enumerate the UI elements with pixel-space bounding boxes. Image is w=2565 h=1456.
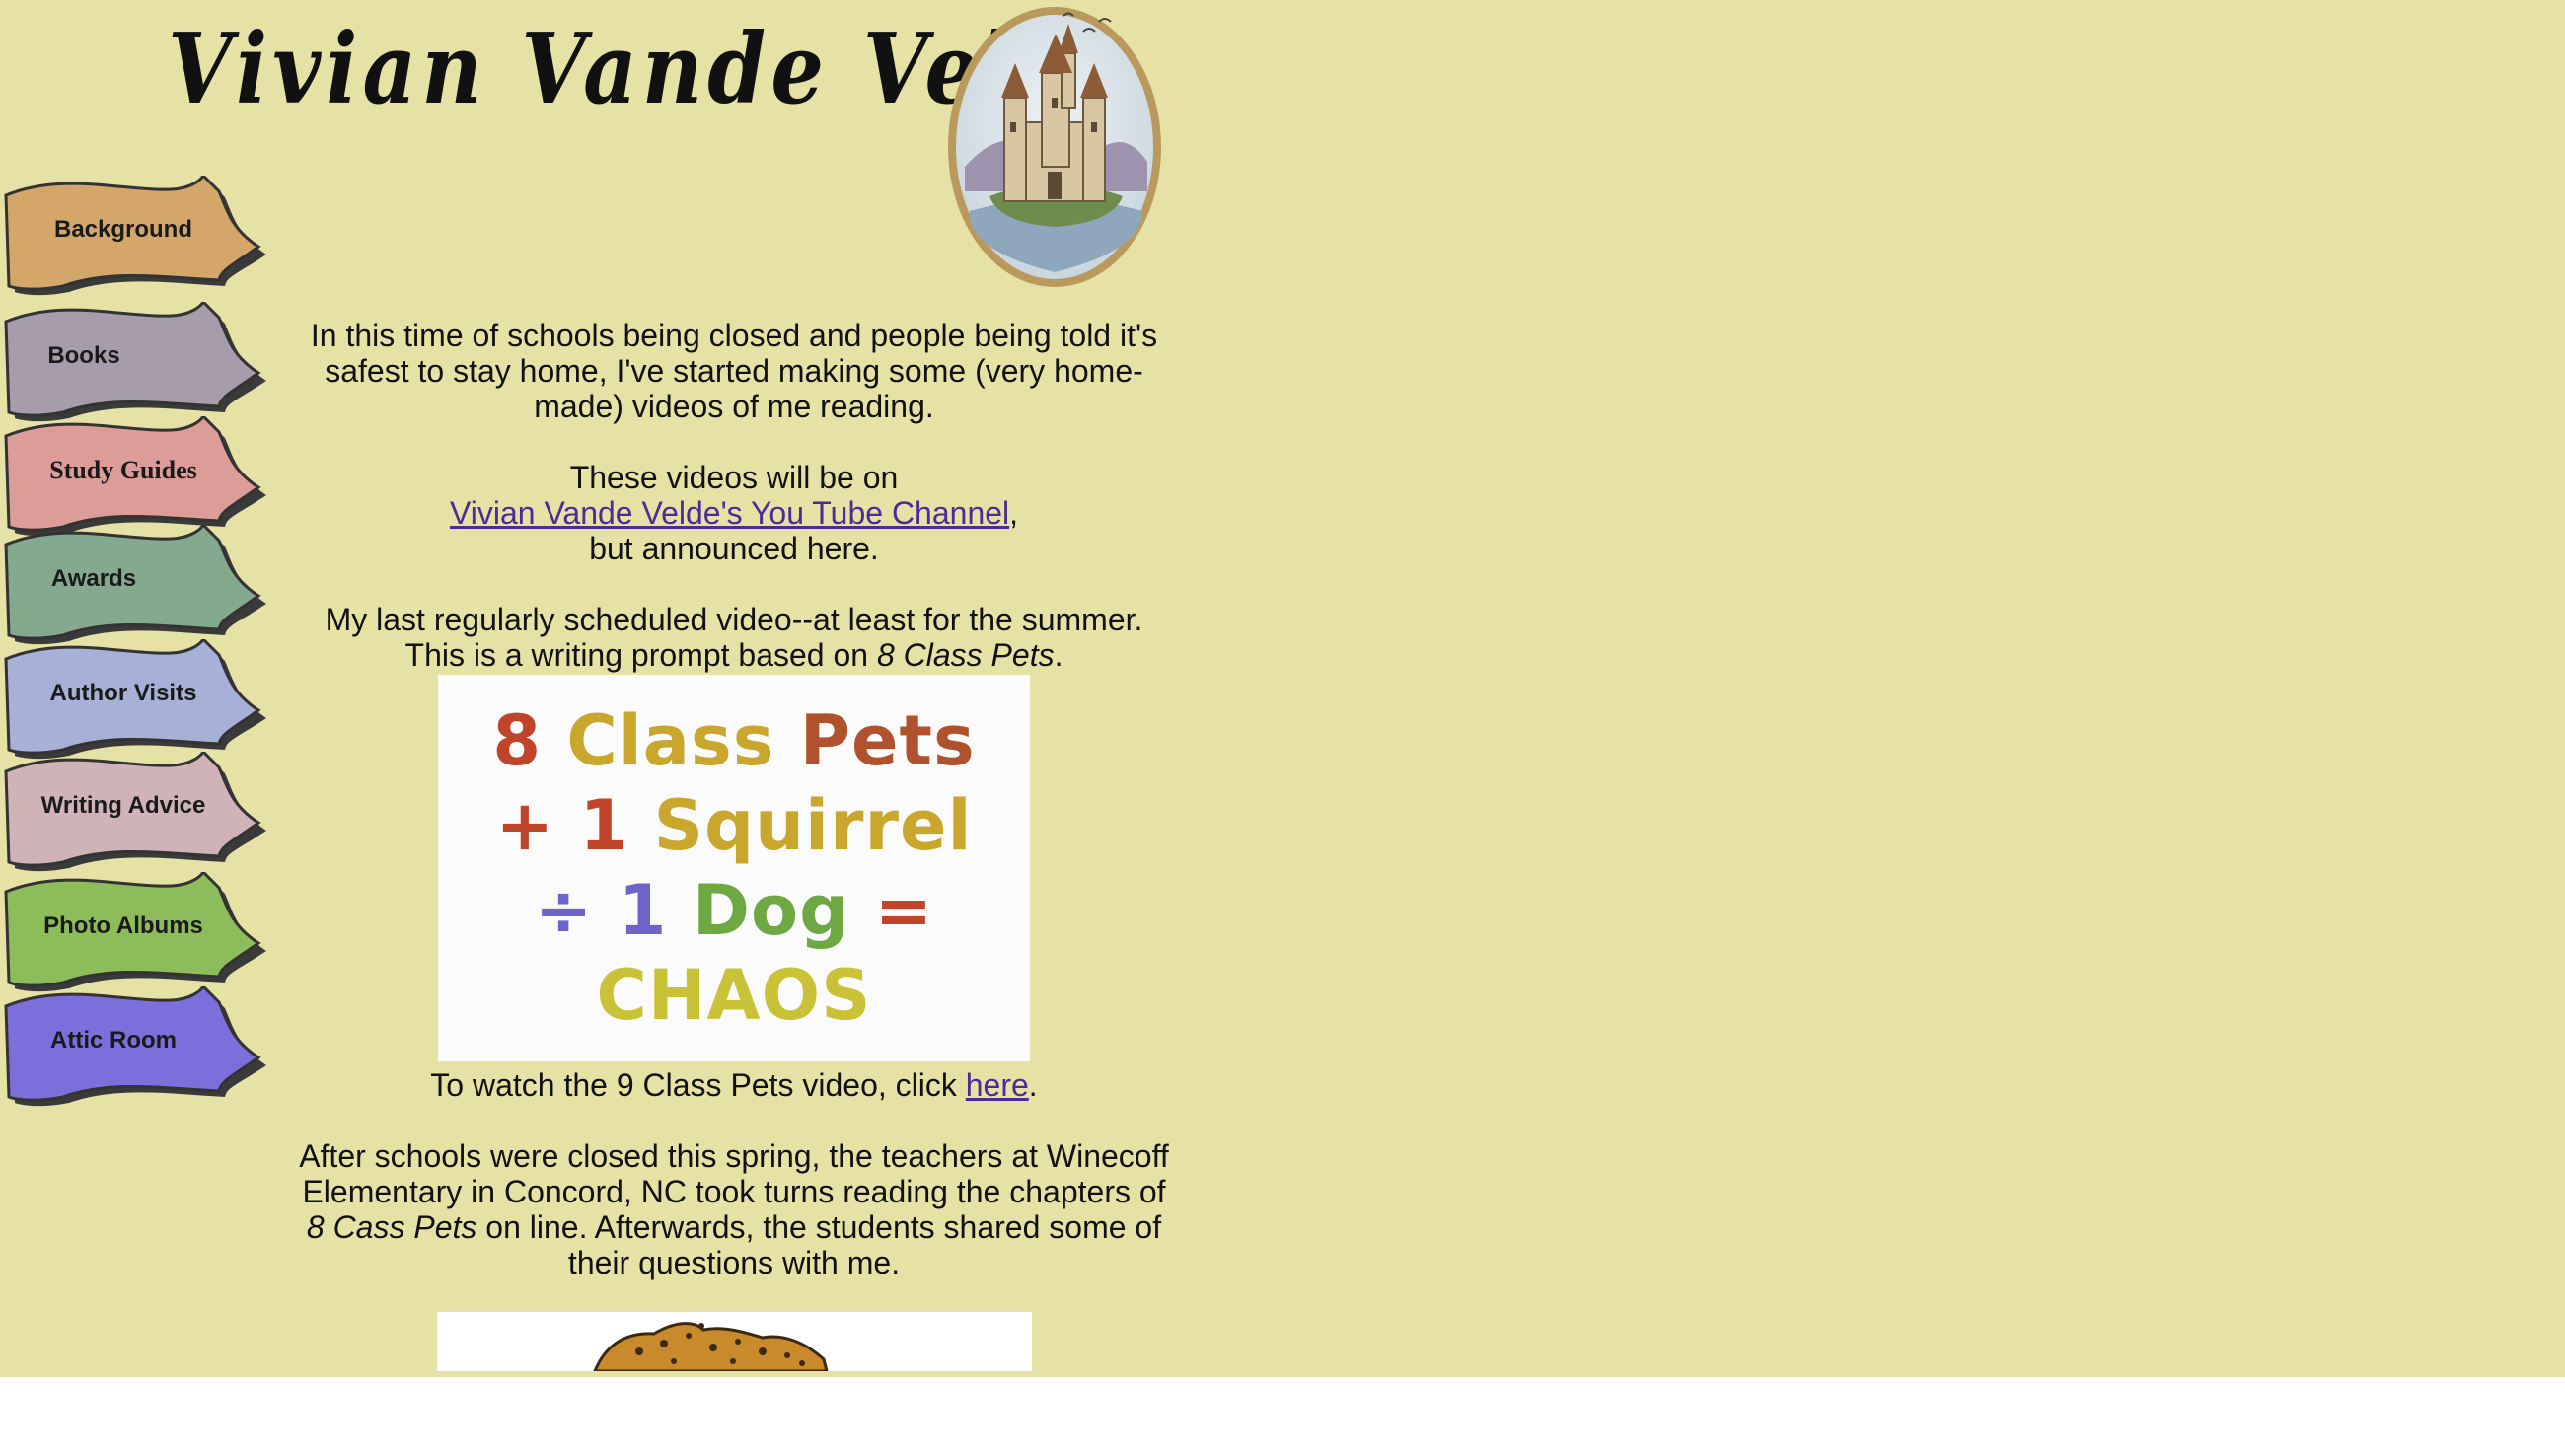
writing-prompt-line: This is a writing prompt based on 8 Clas…: [291, 637, 1177, 673]
promo-text: Dog: [692, 870, 875, 951]
intro-paragraph: In this time of schools being closed and…: [310, 318, 1158, 424]
promo-text: + 1: [495, 785, 654, 866]
nav-label-books: Books: [47, 342, 120, 369]
book-title-8-cass-pets: 8 Cass Pets: [306, 1209, 477, 1245]
channel-line: Vivian Vande Velde's You Tube Channel,: [291, 495, 1177, 531]
book-title-8-class-pets: 8 Class Pets: [876, 637, 1055, 673]
castle-on-island-oval-icon: [948, 7, 1161, 287]
cheetah-illustration-icon: [592, 1322, 829, 1371]
main-content: In this time of schools being closed and…: [291, 318, 1177, 1371]
nav-label-background: Background: [53, 216, 192, 243]
promo-line-3: ÷ 1 Dog =: [535, 868, 933, 953]
winecoff-text-part1: After schools were closed this spring, t…: [299, 1138, 1169, 1209]
promo-text: Squirrel: [653, 785, 973, 866]
8-class-pets-promo-image: 8 Class Pets + 1 Squirrel ÷ 1 Dog = CHAO…: [438, 675, 1030, 1061]
nav-label-attic-room: Attic Room: [50, 1027, 177, 1054]
nav-label-photo-albums: Photo Albums: [43, 912, 203, 939]
watch-video-here-link[interactable]: here: [966, 1067, 1029, 1103]
announced-text: but announced here.: [589, 531, 879, 566]
winecoff-text-part2: on line. Afterwards, the students shared…: [476, 1209, 1162, 1280]
nav-flag-books[interactable]: Books: [0, 302, 271, 426]
nav-label-writing-advice: Writing Advice: [40, 792, 206, 819]
promo-text: Class: [566, 700, 800, 781]
watch-video-line: To watch the 9 Class Pets video, click h…: [291, 1067, 1177, 1103]
watch-before-text: To watch the 9 Class Pets video, click: [430, 1067, 966, 1103]
promo-line-2: + 1 Squirrel: [496, 783, 973, 868]
cheetah-illustration-image: [436, 1312, 1032, 1371]
nav-flag-author-visits[interactable]: Author Visits: [0, 639, 271, 764]
nav-flag-photo-albums[interactable]: Photo Albums: [0, 872, 271, 996]
nav-flag-writing-advice[interactable]: Writing Advice: [0, 752, 271, 876]
watch-after-text: .: [1028, 1067, 1038, 1103]
nav-flag-attic-room[interactable]: Attic Room: [0, 986, 271, 1111]
prompt-before-text: This is a writing prompt based on: [404, 637, 877, 673]
youtube-channel-link[interactable]: Vivian Vande Velde's You Tube Channel: [450, 495, 1009, 531]
last-video-text: My last regularly scheduled video--at le…: [325, 602, 1143, 637]
nav-flag-background[interactable]: Background: [0, 176, 271, 300]
promo-text: ÷ 1: [534, 870, 693, 951]
prompt-after-text: .: [1054, 637, 1063, 673]
promo-line-1: 8 Class Pets: [492, 698, 975, 783]
promo-text: 8: [492, 700, 567, 781]
channel-comma: ,: [1009, 495, 1019, 531]
winecoff-paragraph: After schools were closed this spring, t…: [291, 1138, 1177, 1280]
nav-label-awards: Awards: [50, 565, 137, 592]
promo-text: =: [874, 870, 934, 951]
nav-flag-study-guides[interactable]: Study Guides: [0, 416, 271, 541]
promo-text: Pets: [799, 700, 976, 781]
nav-label-author-visits: Author Visits: [49, 680, 197, 706]
site-title: Vivian Vande Velde: [168, 13, 1141, 126]
nav-label-study-guides: Study Guides: [49, 456, 197, 484]
page-background: Vivian Vande Velde Background Books Stud…: [0, 0, 2565, 1377]
videos-on-text: These videos will be on: [569, 460, 899, 495]
nav-flag-awards[interactable]: Awards: [0, 525, 271, 649]
promo-line-4: CHAOS: [596, 955, 872, 1036]
